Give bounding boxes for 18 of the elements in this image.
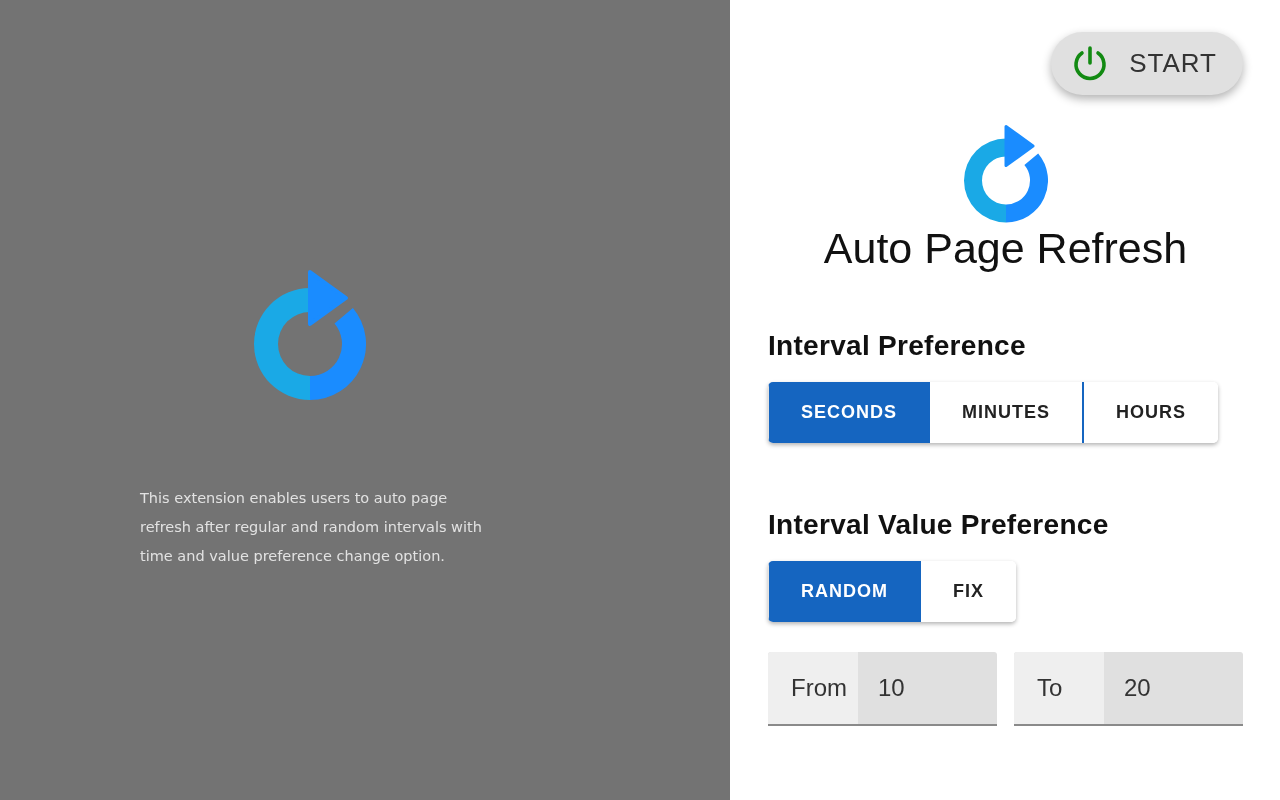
field-label: To <box>1014 652 1104 725</box>
section-heading: Interval Value Preference <box>768 509 1110 542</box>
refresh-icon <box>254 270 366 400</box>
toggle-option[interactable]: SECONDS <box>768 382 929 444</box>
description-text: This extension enables users to auto page refresh after regular and random intervals with time and value preference change option. <box>140 489 483 566</box>
start-button[interactable]: START <box>1051 32 1243 95</box>
refresh-icon <box>963 125 1048 223</box>
input-field[interactable]: To 20 <box>1014 652 1243 727</box>
input-field[interactable]: From 10 <box>768 652 997 727</box>
field-label: From <box>768 652 858 725</box>
section-heading: Interval Preference <box>768 330 1027 363</box>
field-value: 20 <box>1124 674 1151 703</box>
toggle-option[interactable]: MINUTES <box>929 382 1082 444</box>
toggle-option[interactable]: RANDOM <box>768 561 920 623</box>
toggle-option[interactable]: FIX <box>920 561 1016 623</box>
field-value: 10 <box>878 674 905 703</box>
toggle-option[interactable]: HOURS <box>1082 382 1219 444</box>
app-title: Auto Page Refresh <box>822 222 1189 274</box>
